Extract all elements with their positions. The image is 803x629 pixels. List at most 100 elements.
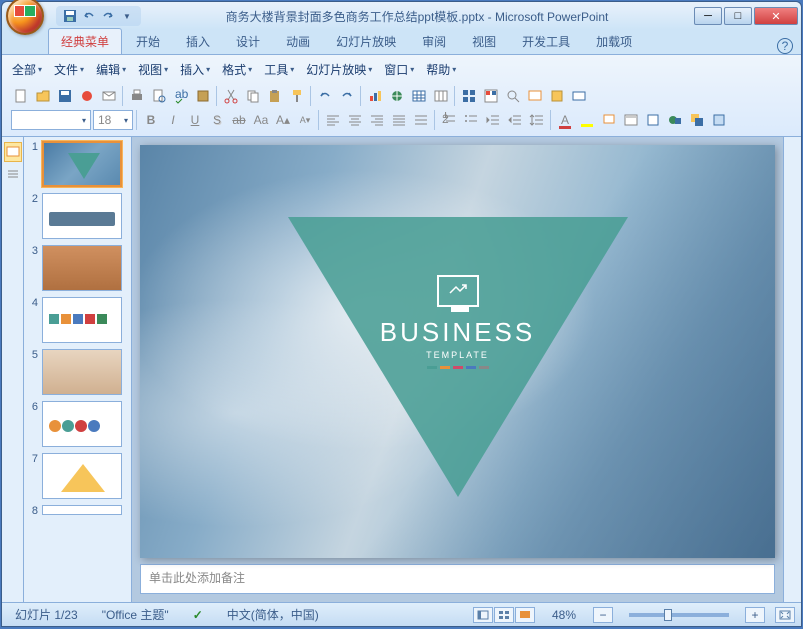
thumbnail-3[interactable]: 3 (28, 245, 127, 291)
distribute-icon[interactable] (411, 110, 431, 130)
help-icon[interactable]: ? (777, 38, 793, 54)
table-icon[interactable] (409, 86, 429, 106)
vertical-scrollbar[interactable] (783, 137, 801, 602)
change-case-icon[interactable]: Aa (251, 110, 271, 130)
menu-format[interactable]: 格式▾ (218, 59, 256, 80)
print-icon[interactable] (127, 86, 147, 106)
fit-window-icon[interactable] (775, 607, 795, 623)
redo-icon[interactable] (337, 86, 357, 106)
notes-pane[interactable]: 单击此处添加备注 (140, 564, 775, 594)
ribbon-tab-view[interactable]: 视图 (460, 29, 508, 54)
thumbnail-1[interactable]: 1 (28, 141, 127, 187)
menu-insert[interactable]: 插入▾ (176, 59, 214, 80)
underline-icon[interactable]: U (185, 110, 205, 130)
ribbon-tab-animation[interactable]: 动画 (274, 29, 322, 54)
slide-canvas[interactable]: BUSINESS TEMPLATE (140, 145, 775, 558)
italic-icon[interactable]: I (163, 110, 183, 130)
bold-icon[interactable]: B (141, 110, 161, 130)
normal-view-icon[interactable] (473, 607, 493, 623)
align-right-icon[interactable] (367, 110, 387, 130)
show-icon[interactable] (525, 86, 545, 106)
thumbnail-8[interactable]: 8 (28, 505, 127, 517)
color-scheme-icon[interactable] (481, 86, 501, 106)
shrink-font-icon[interactable]: A▾ (295, 110, 315, 130)
new-slide-icon[interactable] (599, 110, 619, 130)
format-painter-icon[interactable] (287, 86, 307, 106)
tables-icon[interactable] (431, 86, 451, 106)
open-icon[interactable] (33, 86, 53, 106)
layout-icon[interactable] (621, 110, 641, 130)
macro-icon[interactable] (547, 86, 567, 106)
menu-help[interactable]: 帮助▾ (422, 59, 460, 80)
zoom-out-icon[interactable]: − (593, 607, 613, 623)
menu-edit[interactable]: 编辑▾ (92, 59, 130, 80)
permission-icon[interactable] (77, 86, 97, 106)
sorter-view-icon[interactable] (494, 607, 514, 623)
zoom-icon[interactable] (503, 86, 523, 106)
email-icon[interactable] (99, 86, 119, 106)
grid-icon[interactable] (459, 86, 479, 106)
thumbnail-5[interactable]: 5 (28, 349, 127, 395)
ribbon-tab-slideshow[interactable]: 幻灯片放映 (324, 29, 408, 54)
increase-indent-icon[interactable] (505, 110, 525, 130)
research-icon[interactable] (193, 86, 213, 106)
font-color-icon[interactable]: A (555, 110, 575, 130)
numbering-icon[interactable]: 12 (439, 110, 459, 130)
maximize-button[interactable]: □ (724, 7, 752, 25)
shadow-icon[interactable]: S (207, 110, 227, 130)
menu-slideshow[interactable]: 幻灯片放映▾ (302, 59, 376, 80)
zoom-level[interactable]: 48% (545, 607, 583, 623)
ribbon-tab-developer[interactable]: 开发工具 (510, 29, 582, 54)
thumbnail-6[interactable]: 6 (28, 401, 127, 447)
hyperlink-icon[interactable] (387, 86, 407, 106)
spelling-icon[interactable]: ab (171, 86, 191, 106)
undo-icon[interactable] (315, 86, 335, 106)
menu-file[interactable]: 文件▾ (50, 59, 88, 80)
zoom-in-icon[interactable]: + (745, 607, 765, 623)
font-size-select[interactable]: 18▾ (93, 110, 133, 130)
save-icon[interactable] (62, 8, 78, 24)
thumbnail-4[interactable]: 4 (28, 297, 127, 343)
outline-tab-icon[interactable] (4, 164, 22, 184)
paste-icon[interactable] (265, 86, 285, 106)
options-icon[interactable] (569, 86, 589, 106)
minimize-button[interactable]: ─ (694, 7, 722, 25)
menu-window[interactable]: 窗口▾ (380, 59, 418, 80)
ribbon-tab-home[interactable]: 开始 (124, 29, 172, 54)
cut-icon[interactable] (221, 86, 241, 106)
language-indicator[interactable]: 中文(简体，中国) (220, 605, 326, 624)
slideshow-view-icon[interactable] (515, 607, 535, 623)
copy-icon[interactable] (243, 86, 263, 106)
thumbnail-2[interactable]: 2 (28, 193, 127, 239)
undo-icon[interactable] (81, 8, 97, 24)
quick-styles-icon[interactable] (709, 110, 729, 130)
justify-icon[interactable] (389, 110, 409, 130)
ribbon-tab-addins[interactable]: 加载项 (584, 29, 644, 54)
highlight-icon[interactable] (577, 110, 597, 130)
font-family-select[interactable]: ▾ (11, 110, 91, 130)
ribbon-tab-classic[interactable]: 经典菜单 (48, 28, 122, 54)
close-button[interactable]: ✕ (754, 7, 798, 25)
shapes-icon[interactable] (665, 110, 685, 130)
ribbon-tab-insert[interactable]: 插入 (174, 29, 222, 54)
ribbon-tab-review[interactable]: 审阅 (410, 29, 458, 54)
align-center-icon[interactable] (345, 110, 365, 130)
zoom-slider[interactable] (629, 613, 729, 617)
slides-tab-icon[interactable] (4, 142, 22, 162)
spell-check-icon[interactable]: ✓ (186, 607, 210, 623)
ribbon-tab-design[interactable]: 设计 (224, 29, 272, 54)
decrease-indent-icon[interactable] (483, 110, 503, 130)
menu-tools[interactable]: 工具▾ (260, 59, 298, 80)
new-icon[interactable] (11, 86, 31, 106)
strikethrough-icon[interactable]: ab (229, 110, 249, 130)
grow-font-icon[interactable]: A▴ (273, 110, 293, 130)
chart-icon[interactable] (365, 86, 385, 106)
arrange-icon[interactable] (687, 110, 707, 130)
menu-view[interactable]: 视图▾ (134, 59, 172, 80)
qat-dropdown-icon[interactable]: ▼ (119, 8, 135, 24)
reset-icon[interactable] (643, 110, 663, 130)
line-spacing-icon[interactable] (527, 110, 547, 130)
save-icon[interactable] (55, 86, 75, 106)
print-preview-icon[interactable] (149, 86, 169, 106)
menu-all[interactable]: 全部▾ (8, 59, 46, 80)
